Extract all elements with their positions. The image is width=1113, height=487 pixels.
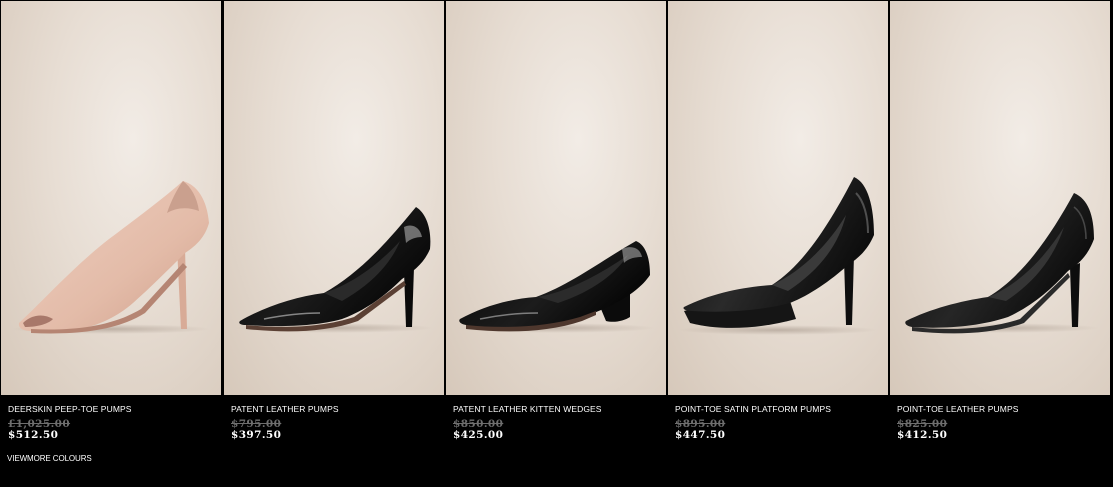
product-image[interactable] [1, 1, 221, 395]
product-info: PATENT LEATHER PUMPS $795.00 $397.50 [231, 404, 441, 441]
product-name[interactable]: PATENT LEATHER PUMPS [231, 404, 441, 415]
product-info: DEERSKIN PEEP-TOE PUMPS £1,025.00 $512.5… [8, 404, 218, 441]
view-more-colours-link[interactable]: VIEWMORE COLOURS [7, 454, 92, 464]
product-card-point-toe-satin-platform-pumps[interactable]: POINT-TOE SATIN PLATFORM PUMPS $895.00 $… [668, 0, 888, 487]
product-image[interactable] [890, 1, 1110, 395]
product-info: PATENT LEATHER KITTEN WEDGES $850.00 $42… [453, 404, 663, 441]
shoe-illustration [459, 241, 650, 332]
product-name[interactable]: POINT-TOE SATIN PLATFORM PUMPS [675, 404, 885, 415]
product-name[interactable]: PATENT LEATHER KITTEN WEDGES [453, 404, 663, 415]
product-image[interactable] [446, 1, 666, 395]
product-info: POINT-TOE SATIN PLATFORM PUMPS $895.00 $… [675, 404, 885, 441]
product-card-deerskin-peep-toe-pumps[interactable]: DEERSKIN PEEP-TOE PUMPS £1,025.00 $512.5… [1, 0, 221, 487]
shoe-illustration [18, 181, 210, 334]
shoe-illustration [905, 193, 1094, 334]
product-grid: DEERSKIN PEEP-TOE PUMPS £1,025.00 $512.5… [0, 0, 1113, 487]
product-sale-price: $512.50 [8, 429, 59, 441]
shoe-illustration [683, 177, 874, 328]
product-sale-price: $447.50 [675, 429, 726, 441]
product-image[interactable] [668, 1, 888, 395]
product-sale-price: $412.50 [897, 429, 948, 441]
product-sale-price: $397.50 [231, 429, 282, 441]
product-name[interactable]: DEERSKIN PEEP-TOE PUMPS [8, 404, 218, 415]
product-card-patent-leather-pumps[interactable]: PATENT LEATHER PUMPS $795.00 $397.50 [224, 0, 444, 487]
shoe-illustration [239, 207, 431, 332]
product-card-patent-leather-kitten-wedges[interactable]: PATENT LEATHER KITTEN WEDGES $850.00 $42… [446, 0, 666, 487]
product-card-point-toe-leather-pumps[interactable]: POINT-TOE LEATHER PUMPS $825.00 $412.50 [890, 0, 1110, 487]
product-sale-price: $425.00 [453, 429, 504, 441]
product-name[interactable]: POINT-TOE LEATHER PUMPS [897, 404, 1107, 415]
product-image[interactable] [224, 1, 444, 395]
product-info: POINT-TOE LEATHER PUMPS $825.00 $412.50 [897, 404, 1107, 441]
